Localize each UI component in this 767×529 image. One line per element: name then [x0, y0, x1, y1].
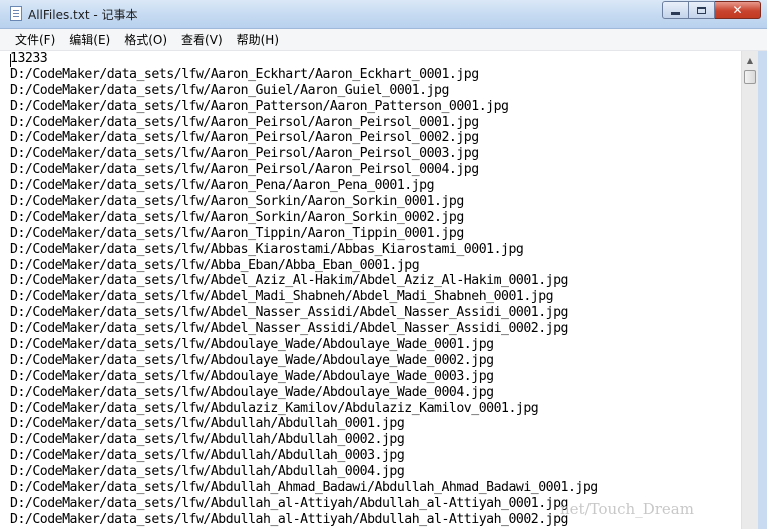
document-line: D:/CodeMaker/data_sets/lfw/Aaron_Peirsol…: [10, 162, 479, 178]
document-line: D:/CodeMaker/data_sets/lfw/Aaron_Eckhart…: [10, 66, 479, 82]
document-line: D:/CodeMaker/data_sets/lfw/Abbas_Kiarost…: [10, 241, 524, 257]
document-line: D:/CodeMaker/data_sets/lfw/Abdel_Nasser_…: [10, 321, 568, 337]
document-line: D:/CodeMaker/data_sets/lfw/Abdullah/Abdu…: [10, 432, 405, 448]
document-line: D:/CodeMaker/data_sets/lfw/Aaron_Pena/Aa…: [10, 178, 435, 194]
document-line: D:/CodeMaker/data_sets/lfw/Abdoulaye_Wad…: [10, 352, 494, 368]
maximize-icon: [697, 6, 706, 14]
document-line: D:/CodeMaker/data_sets/lfw/Aaron_Tippin/…: [10, 225, 464, 241]
document-line: D:/CodeMaker/data_sets/lfw/Abdel_Madi_Sh…: [10, 289, 554, 305]
menu-bar: 文件(F) 编辑(E) 格式(O) 查看(V) 帮助(H): [0, 29, 767, 51]
document-line: 13233: [10, 51, 48, 66]
document-line: D:/CodeMaker/data_sets/lfw/Abdoulaye_Wad…: [10, 337, 494, 353]
document-line: D:/CodeMaker/data_sets/lfw/Abdel_Nasser_…: [10, 305, 568, 321]
document-line: D:/CodeMaker/data_sets/lfw/Abdel_Aziz_Al…: [10, 273, 568, 289]
document-line: D:/CodeMaker/data_sets/lfw/Aaron_Sorkin/…: [10, 194, 464, 210]
document-line: D:/CodeMaker/data_sets/lfw/Aaron_Peirsol…: [10, 114, 479, 130]
minimize-icon: [671, 11, 680, 15]
watermark: net/Touch_Dream: [560, 500, 694, 518]
window-title: AllFiles.txt - 记事本: [28, 8, 138, 22]
scroll-up-arrow-icon[interactable]: ▲: [742, 52, 758, 69]
scroll-thumb[interactable]: [744, 70, 756, 84]
document-line: D:/CodeMaker/data_sets/lfw/Abdullah/Abdu…: [10, 416, 405, 432]
document-line: D:/CodeMaker/data_sets/lfw/Aaron_Guiel/A…: [10, 82, 449, 98]
text-caret: [10, 54, 11, 67]
document-line: D:/CodeMaker/data_sets/lfw/Abdulaziz_Kam…: [10, 400, 539, 416]
notepad-icon: [10, 6, 22, 21]
menu-file[interactable]: 文件(F): [8, 30, 62, 50]
text-editor-area[interactable]: 13233 D:/CodeMaker/data_sets/lfw/Aaron_E…: [0, 51, 741, 529]
menu-edit[interactable]: 编辑(E): [62, 30, 117, 50]
maximize-button[interactable]: [689, 1, 715, 19]
vertical-scrollbar[interactable]: ▲: [741, 51, 758, 529]
document-line: D:/CodeMaker/data_sets/lfw/Abdullah_Ahma…: [10, 480, 598, 496]
menu-view[interactable]: 查看(V): [174, 30, 230, 50]
close-button[interactable]: ✕: [715, 1, 761, 19]
document-line: D:/CodeMaker/data_sets/lfw/Abdoulaye_Wad…: [10, 384, 494, 400]
document-line: D:/CodeMaker/data_sets/lfw/Aaron_Peirsol…: [10, 146, 479, 162]
title-bar[interactable]: AllFiles.txt - 记事本 ✕: [0, 0, 767, 29]
document-line: D:/CodeMaker/data_sets/lfw/Aaron_Peirsol…: [10, 130, 479, 146]
window-right-border: [758, 51, 767, 529]
menu-format[interactable]: 格式(O): [117, 30, 174, 50]
close-icon: ✕: [732, 3, 743, 17]
document-line: D:/CodeMaker/data_sets/lfw/Abdullah/Abdu…: [10, 448, 405, 464]
document-line: D:/CodeMaker/data_sets/lfw/Abdullah/Abdu…: [10, 464, 405, 480]
minimize-button[interactable]: [662, 1, 689, 19]
document-line: D:/CodeMaker/data_sets/lfw/Aaron_Sorkin/…: [10, 209, 464, 225]
window-controls: ✕: [662, 1, 761, 19]
menu-help[interactable]: 帮助(H): [230, 30, 286, 50]
document-line: D:/CodeMaker/data_sets/lfw/Abdoulaye_Wad…: [10, 368, 494, 384]
document-line: D:/CodeMaker/data_sets/lfw/Abba_Eban/Abb…: [10, 257, 420, 273]
document-line: D:/CodeMaker/data_sets/lfw/Aaron_Patters…: [10, 98, 509, 114]
